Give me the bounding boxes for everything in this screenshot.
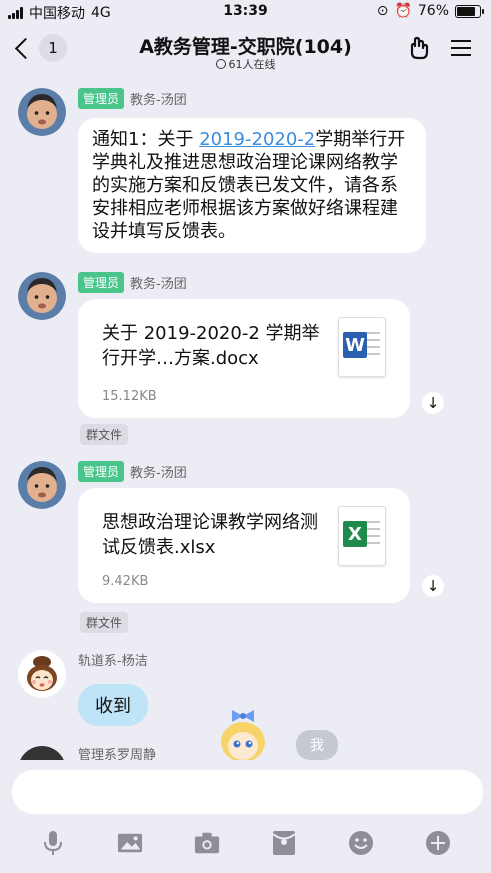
image-icon[interactable] — [117, 830, 143, 856]
red-packet-icon[interactable] — [271, 830, 297, 856]
message-meta: 管理员 教务-汤团 — [78, 272, 187, 293]
sender-name[interactable]: 教务-汤团 — [130, 462, 187, 481]
message-meta: 管理员 教务-汤团 — [78, 461, 187, 482]
sender-name[interactable]: 教务-汤团 — [130, 273, 187, 292]
role-badge: 管理员 — [78, 88, 125, 109]
message-meta: 管理系罗周静 — [78, 747, 156, 760]
avatar[interactable] — [18, 272, 66, 320]
avatar[interactable] — [18, 88, 66, 136]
group-file-tag[interactable]: 群文件 — [80, 612, 129, 633]
camera-icon[interactable] — [194, 830, 220, 856]
message-input[interactable] — [12, 770, 483, 814]
word-file-icon: W — [338, 317, 386, 377]
download-icon[interactable]: ↓ — [422, 392, 444, 414]
my-message-bubble[interactable]: 我 — [296, 730, 338, 760]
battery-icon — [455, 4, 484, 18]
cloud-message-bubble[interactable]: 收到 — [78, 684, 148, 726]
sender-name[interactable]: 教务-汤团 — [130, 89, 187, 108]
message-text: 收到 — [95, 696, 131, 717]
file-name: 思想政治理论课教学网络测试反馈表.xlsx — [102, 512, 318, 558]
excel-file-icon: X — [338, 506, 386, 566]
plus-icon[interactable] — [425, 830, 451, 856]
role-badge: 管理员 — [78, 272, 125, 293]
status-bar: 中国移动 4G 13:39 ⊙ ⏰ 76% — [0, 0, 491, 24]
file-card-docx[interactable]: 关于 2019-2020-2 学期举行开学…方案.docx 15.12KB W — [78, 299, 410, 418]
nav-bar: 1 A教务管理-交职院(104) 61人在线 — [0, 24, 491, 74]
emoji-icon[interactable] — [348, 830, 374, 856]
role-badge: 管理员 — [78, 461, 125, 482]
battery-percent: 76% — [417, 3, 449, 19]
sender-name[interactable]: 管理系罗周静 — [78, 747, 156, 760]
online-icon — [215, 59, 226, 69]
message-link[interactable]: 2019-2020-2 — [199, 129, 315, 150]
file-size: 15.12KB — [102, 389, 157, 404]
file-card-xlsx[interactable]: 思想政治理论课教学网络测试反馈表.xlsx 9.42KB X — [78, 488, 410, 603]
chat-toolbar — [0, 820, 491, 866]
sender-name[interactable]: 轨道系-杨洁 — [78, 650, 148, 669]
menu-icon[interactable] — [451, 40, 471, 56]
sticker-girl-icon[interactable] — [212, 698, 274, 760]
orientation-lock-icon: ⊙ — [376, 3, 389, 19]
avatar[interactable] — [18, 650, 66, 698]
group-file-tag[interactable]: 群文件 — [80, 424, 129, 445]
message-meta: 管理员 教务-汤团 — [78, 88, 187, 109]
message-meta: 轨道系-杨洁 — [78, 650, 148, 669]
download-icon[interactable]: ↓ — [422, 575, 444, 597]
message-bubble[interactable]: 通知1：关于 2019-2020-2学期举行开学典礼及推进思想政治理论课网络教学… — [78, 118, 426, 253]
alarm-icon: ⏰ — [394, 3, 412, 19]
my-message-text: 我 — [310, 738, 324, 754]
avatar[interactable] — [18, 746, 66, 760]
input-bar — [0, 760, 491, 873]
message-text-prefix: 通知1：关于 — [92, 129, 200, 150]
file-size: 9.42KB — [102, 574, 149, 589]
microphone-icon[interactable] — [40, 830, 66, 856]
avatar[interactable] — [18, 461, 66, 509]
online-count: 61人在线 — [228, 58, 276, 71]
hand-gesture-icon[interactable] — [407, 36, 431, 60]
file-name: 关于 2019-2020-2 学期举行开学…方案.docx — [102, 323, 320, 369]
